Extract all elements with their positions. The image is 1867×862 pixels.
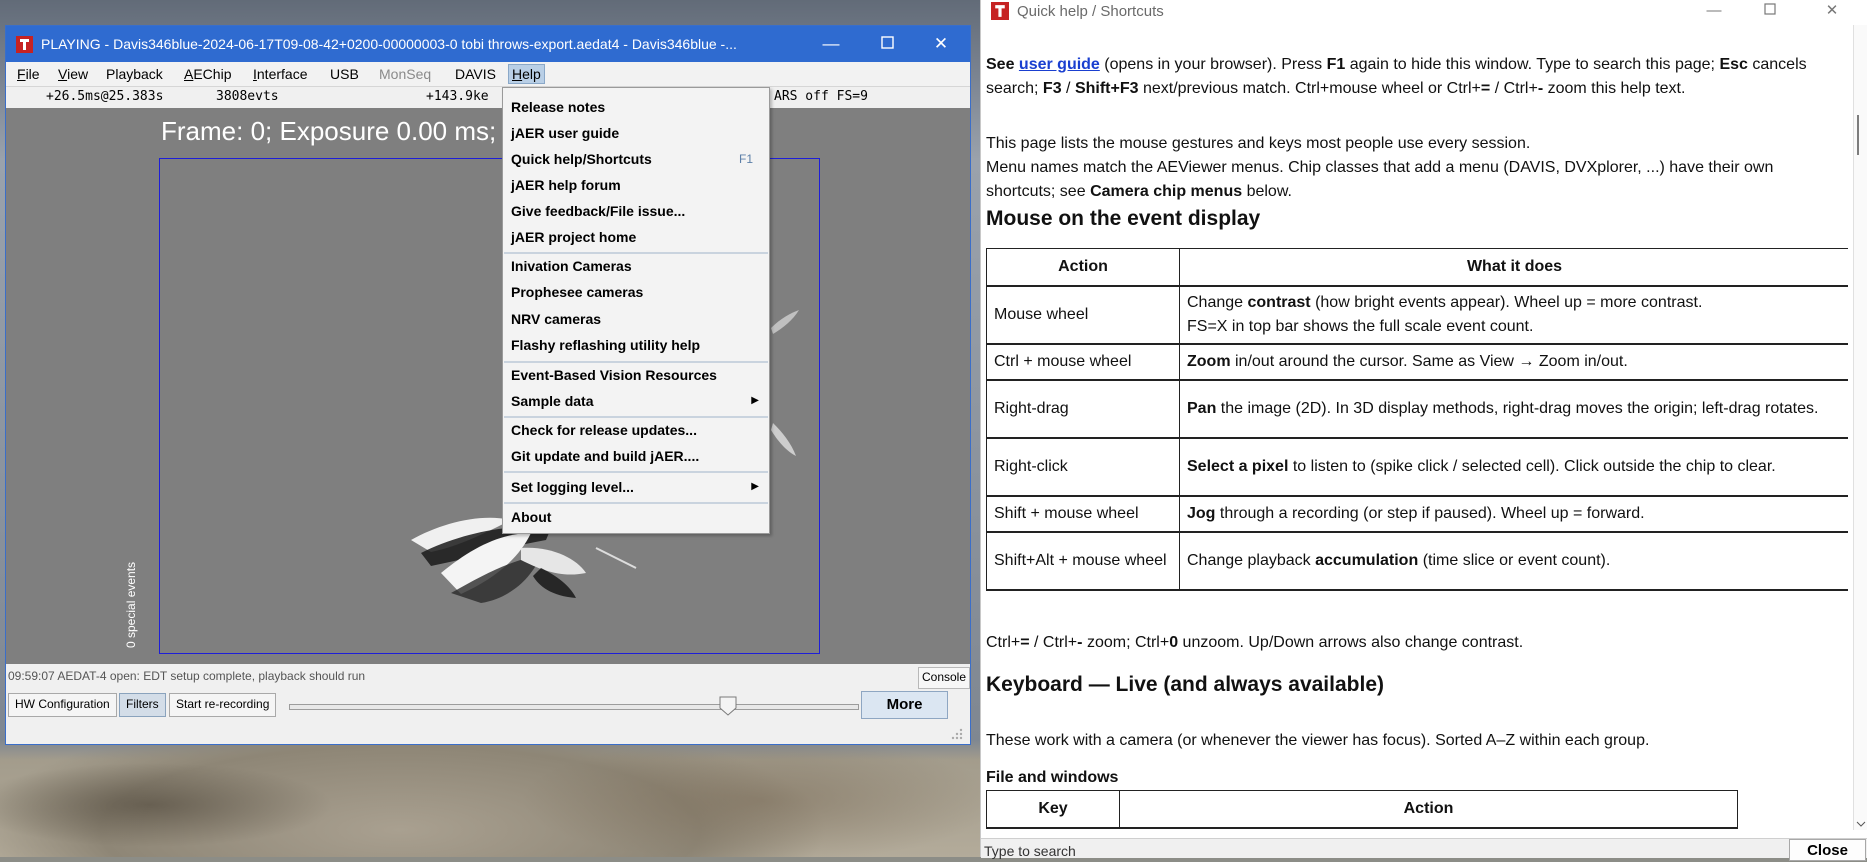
menu-playback[interactable]: Playback (103, 65, 166, 83)
menu-item-flashy-help[interactable]: Flashy reflashing utility help (511, 334, 761, 356)
playback-slider-thumb[interactable] (719, 696, 737, 716)
mouse-gestures-table: Action What it does Mouse wheel Change c… (986, 248, 1848, 591)
keyboard-table: Key Action (986, 790, 1738, 829)
help-titlebar[interactable]: Quick help / Shortcuts — ✕ (981, 0, 1867, 25)
menu-item-nrv-cameras[interactable]: NRV cameras (511, 308, 761, 330)
help-maximize-button[interactable] (1745, 0, 1795, 25)
submenu-arrow-icon: ▶ (751, 481, 759, 492)
resize-grip-icon[interactable] (948, 726, 964, 742)
jaer-app-icon (991, 2, 1009, 23)
menu-monseq: MonSeq (379, 66, 432, 82)
menu-item-release-notes[interactable]: Release notes (511, 96, 761, 118)
menu-aechip[interactable]: AEChip (181, 65, 234, 83)
user-guide-link[interactable]: user guide (1019, 56, 1100, 73)
col-header-what: What it does (1179, 248, 1848, 287)
intro-line-2: This page lists the mouse gestures and k… (986, 135, 1531, 152)
maximize-icon (880, 36, 894, 49)
menu-item-git-update[interactable]: Git update and build jAER.... (511, 445, 761, 467)
menu-separator (504, 361, 768, 363)
col-header-action: Action (1119, 790, 1738, 829)
menu-item-jaer-user-guide[interactable]: jAER user guide (511, 122, 761, 144)
help-content: See user guide (opens in your browser). … (986, 25, 1848, 840)
help-close-window-button[interactable]: ✕ (1807, 0, 1857, 25)
menu-separator (504, 471, 768, 473)
table-row: Shift+Alt + mouse wheel Change playback … (986, 531, 1848, 591)
help-window-title: Quick help / Shortcuts (1017, 3, 1164, 20)
help-minimize-button[interactable]: — (1689, 0, 1739, 25)
intro-paragraph-3: Menu names match the AEViewer menus. Chi… (986, 159, 1774, 200)
table-row: Ctrl + mouse wheel Zoom in/out around th… (986, 343, 1848, 381)
menu-help[interactable]: Help (508, 64, 545, 84)
maximize-button[interactable] (858, 26, 916, 62)
minimize-button[interactable]: — (802, 26, 860, 62)
menu-item-help-forum[interactable]: jAER help forum (511, 174, 761, 196)
menu-item-project-home[interactable]: jAER project home (511, 226, 761, 248)
table-row: Right-drag Pan the image (2D). In 3D dis… (986, 379, 1848, 439)
col-header-action: Action (986, 248, 1180, 287)
menubar: File View Playback AEChip Interface USB … (6, 62, 970, 87)
menu-item-check-updates[interactable]: Check for release updates... (511, 419, 761, 441)
menu-usb[interactable]: USB (327, 65, 362, 83)
status-bar-top: +26.5ms@25.383s 3808evts +143.9ke ARS of… (6, 87, 970, 107)
menu-separator (504, 416, 768, 418)
keyboard-section-heading: Keyboard — Live (and always available) (986, 673, 1384, 696)
playback-slider-track[interactable] (289, 704, 859, 710)
mouse-section-heading: Mouse on the event display (986, 207, 1261, 230)
menu-item-give-feedback[interactable]: Give feedback/File issue... (511, 200, 761, 222)
start-rerecording-button[interactable]: Start re-recording (169, 693, 277, 717)
menu-item-inivation-cameras[interactable]: Inivation Cameras (511, 255, 761, 277)
aeviewer-window[interactable]: PLAYING - Davis346blue-2024-06-17T09-08-… (5, 25, 971, 745)
menu-interface[interactable]: Interface (250, 65, 310, 83)
menu-item-quick-help[interactable]: Quick help/Shortcuts F1 (511, 148, 761, 170)
maximize-icon (1764, 3, 1776, 15)
help-menu-dropdown: Release notes jAER user guide Quick help… (502, 87, 770, 534)
menu-separator (504, 252, 768, 254)
table-row: Mouse wheel Change contrast (how bright … (986, 285, 1848, 345)
main-window-title: PLAYING - Davis346blue-2024-06-17T09-08-… (41, 36, 737, 52)
menu-view[interactable]: View (55, 65, 91, 83)
event-display-canvas[interactable]: Frame: 0; Exposure 0.00 ms; 0 Hz 0 speci… (6, 108, 970, 664)
table-row: Shift + mouse wheel Jog through a record… (986, 495, 1848, 533)
menu-item-sample-data[interactable]: Sample data ▶ (511, 390, 761, 412)
quick-help-window[interactable]: Quick help / Shortcuts — ✕ See user guid… (980, 0, 1867, 861)
close-window-button[interactable]: ✕ (912, 26, 970, 62)
col-header-key: Key (986, 790, 1120, 829)
menu-item-logging-level[interactable]: Set logging level... ▶ (511, 476, 761, 498)
menu-file[interactable]: File (14, 65, 43, 83)
status-time: +26.5ms@25.383s (46, 89, 164, 104)
main-titlebar[interactable]: PLAYING - Davis346blue-2024-06-17T09-08-… (6, 26, 970, 62)
special-events-label: 0 special events (124, 561, 138, 648)
menu-separator (504, 502, 768, 504)
table-row: Right-click Select a pixel to listen to … (986, 437, 1848, 497)
menu-item-ebv-resources[interactable]: Event-Based Vision Resources (511, 364, 761, 386)
search-bar[interactable]: Type to search Close (981, 838, 1867, 861)
close-button[interactable]: Close (1789, 839, 1866, 861)
bottom-toolbar: HW Configuration Filters Start re-record… (6, 691, 970, 721)
menu-item-prophesee-cameras[interactable]: Prophesee cameras (511, 281, 761, 303)
intro-paragraph: See user guide (opens in your browser). … (986, 56, 1807, 97)
filters-button[interactable]: Filters (119, 693, 166, 717)
jaer-app-icon (16, 36, 33, 56)
status-rate: +143.9ke (426, 89, 489, 104)
file-windows-subheading: File and windows (986, 769, 1119, 786)
status-tail: ARS off FS=9 (774, 89, 868, 104)
submenu-arrow-icon: ▶ (751, 395, 759, 406)
menu-item-about[interactable]: About (511, 506, 761, 528)
mouse-footer-note: Ctrl+= / Ctrl+- zoom; Ctrl+0 unzoom. Up/… (986, 634, 1524, 651)
console-button[interactable]: Console (918, 667, 970, 689)
scrollbar-arrows (1856, 115, 1866, 827)
hw-configuration-button[interactable]: HW Configuration (8, 693, 117, 717)
keyboard-intro: These work with a camera (or whenever th… (986, 732, 1650, 749)
quick-help-accelerator: F1 (738, 152, 753, 166)
log-message: 09:59:07 AEDAT-4 open: EDT setup complet… (6, 666, 918, 686)
help-scrollbar[interactable] (1853, 25, 1867, 830)
more-button[interactable]: More (861, 691, 948, 719)
status-events: 3808evts (216, 89, 279, 104)
menu-davis[interactable]: DAVIS (452, 65, 499, 83)
